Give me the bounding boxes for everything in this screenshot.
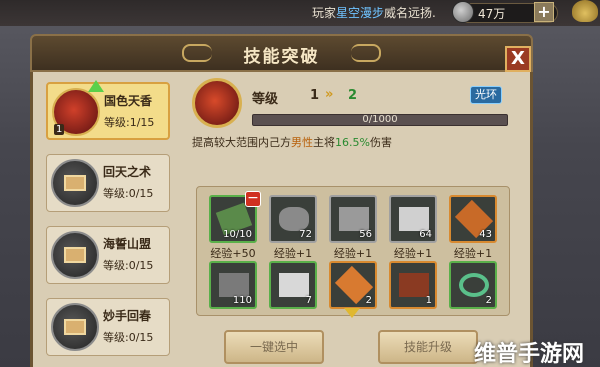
- broadcast-player-name[interactable]: 星空漫步: [336, 6, 384, 20]
- material-count: 2: [365, 295, 372, 306]
- desc-mid: 主将: [313, 136, 335, 149]
- lamp-icon[interactable]: [572, 0, 598, 22]
- skill-name: 回天之术: [103, 165, 152, 179]
- skill-item-miaoshouhuichun[interactable]: 妙手回春 等级:0/15: [46, 298, 170, 356]
- material-grid: 10/10 − 经验+50 72 经验+1 56 经验+1 64 经验+1 43…: [196, 186, 510, 316]
- material-count: 7: [305, 295, 312, 306]
- skill-locked-icon: [51, 231, 99, 279]
- skill-locked-icon: [51, 303, 99, 351]
- chest-icon: [64, 175, 86, 191]
- material-count: 10/10: [223, 229, 252, 240]
- exp-progress-text: 0/1000: [362, 114, 398, 125]
- selected-skill-icon: [192, 78, 242, 128]
- skill-locked-icon: [51, 159, 99, 207]
- silver-ore-icon: [279, 273, 309, 297]
- material-count: 1: [425, 295, 432, 306]
- broadcast-text: 玩家星空漫步威名远扬.: [312, 4, 436, 21]
- material-count: 64: [419, 229, 432, 240]
- close-button[interactable]: X: [505, 46, 531, 72]
- upgrade-arrow-icon: [88, 80, 104, 92]
- material-exp: 经验+1: [333, 247, 373, 260]
- material-count: 110: [232, 295, 252, 306]
- material-exp: 经验+1: [393, 247, 433, 260]
- iron-ingot-icon: [219, 273, 249, 297]
- skill-name: 国色天香: [104, 94, 153, 108]
- material-exp: 经验+1: [453, 247, 493, 260]
- skill-detail: 等级 1 » 2 光环 0/1000 提高较大范围内己方男性主将16.5%伤害: [182, 72, 510, 182]
- desc-pre: 提高较大范围内己方: [192, 136, 291, 149]
- material-slot[interactable]: 43: [449, 195, 497, 243]
- chest-icon: [64, 319, 86, 335]
- skill-item-haishishanmeng[interactable]: 海誓山盟 等级:0/15: [46, 226, 170, 284]
- desc-percent: 16.5%: [335, 136, 370, 149]
- aura-tag-button[interactable]: 光环: [470, 86, 502, 104]
- jade-ring-icon: [459, 273, 489, 297]
- skill-level: 等级:1/15: [104, 116, 155, 129]
- level-arrow-icon: »: [325, 87, 334, 102]
- select-all-button[interactable]: 一键选中: [224, 330, 324, 364]
- chest-icon: [64, 247, 86, 263]
- material-slot[interactable]: 56: [329, 195, 377, 243]
- material-count: 56: [359, 229, 372, 240]
- silver-ore-icon: [399, 207, 429, 231]
- add-currency-button[interactable]: +: [534, 2, 554, 22]
- desc-gender: 男性: [291, 136, 313, 149]
- material-slot[interactable]: 2: [449, 261, 497, 309]
- material-slot[interactable]: 64: [389, 195, 437, 243]
- material-exp: 经验+1: [273, 247, 313, 260]
- skill-item-huitianzhishu[interactable]: 回天之术 等级:0/15: [46, 154, 170, 212]
- panel-title-bar: 技能突破: [30, 34, 533, 72]
- page-title: 技能突破: [243, 47, 320, 67]
- material-slot[interactable]: 1: [389, 261, 437, 309]
- currency-amount: 47万: [478, 7, 506, 21]
- stone-icon: [279, 207, 309, 231]
- title-ornament-right-icon: [351, 44, 381, 62]
- remove-material-button[interactable]: −: [245, 191, 261, 207]
- material-slot[interactable]: 72: [269, 195, 317, 243]
- material-slot[interactable]: 2: [329, 261, 377, 309]
- material-slot[interactable]: 110: [209, 261, 257, 309]
- skill-name: 妙手回春: [103, 309, 152, 323]
- scroll-down-icon[interactable]: [344, 308, 360, 318]
- upgrade-skill-button[interactable]: 技能升级: [378, 330, 478, 364]
- material-exp: 经验+50: [210, 247, 256, 260]
- material-count: 72: [299, 229, 312, 240]
- watermark-logo: 维普手游网: [474, 342, 585, 367]
- level-next: 2: [348, 88, 358, 103]
- iron-ingot-icon: [339, 207, 369, 231]
- skill-level: 等级:0/15: [103, 331, 154, 344]
- broadcast-prefix: 玩家: [312, 6, 337, 20]
- exp-progress-bar: 0/1000: [252, 114, 508, 126]
- broadcast-suffix: 威名远扬.: [384, 6, 436, 20]
- skill-name: 海誓山盟: [103, 237, 152, 251]
- material-slot[interactable]: 7: [269, 261, 317, 309]
- level-current: 1: [310, 88, 320, 103]
- skill-badge: 1: [54, 124, 65, 135]
- skill-level: 等级:0/15: [103, 187, 154, 200]
- skill-level: 等级:0/15: [103, 259, 154, 272]
- desc-post: 伤害: [369, 136, 392, 149]
- skill-description: 提高较大范围内己方男性主将16.5%伤害: [192, 134, 392, 150]
- material-count: 43: [479, 229, 492, 240]
- skill-item-guosetianxiang[interactable]: 1 国色天香 等级:1/15: [46, 80, 170, 140]
- level-label: 等级: [252, 92, 279, 107]
- copper-ingot-icon: [399, 273, 429, 297]
- silver-coin-icon: [452, 1, 474, 23]
- material-count: 2: [485, 295, 492, 306]
